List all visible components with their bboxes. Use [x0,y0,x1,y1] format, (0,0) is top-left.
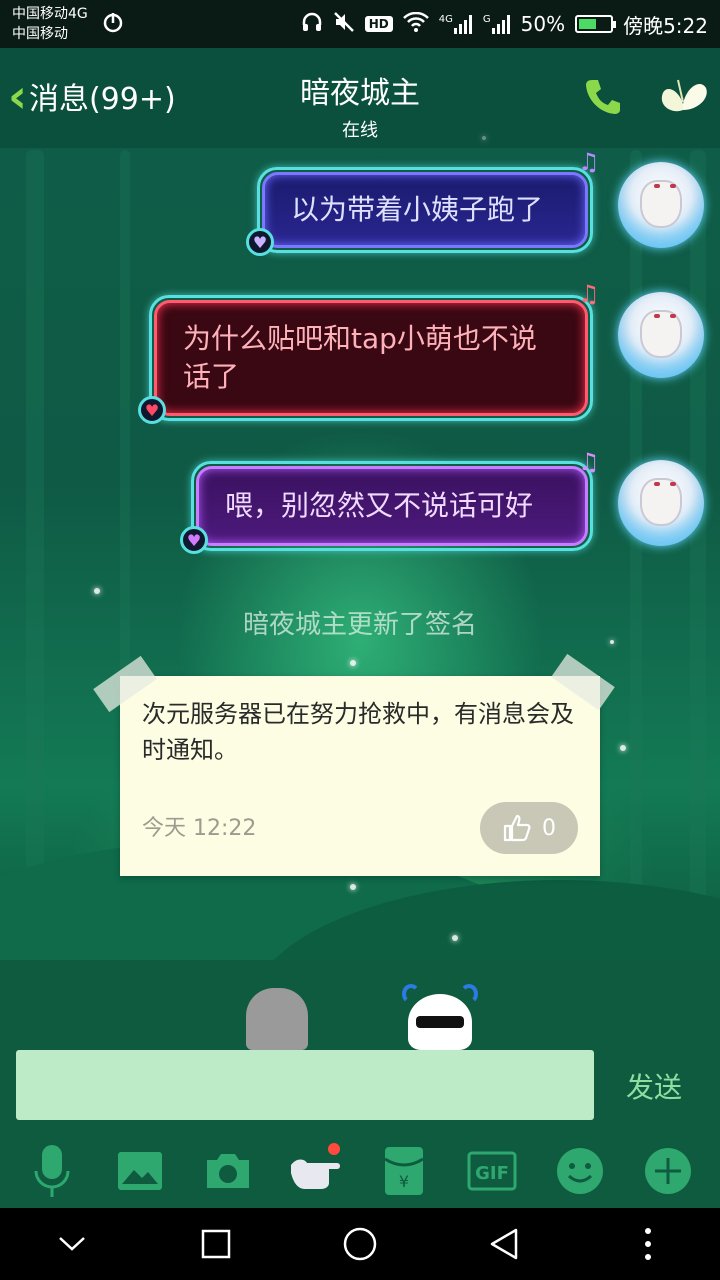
sparkle [350,660,356,666]
butterfly-icon [661,79,707,112]
carrier-secondary: 中国移动 [12,26,68,42]
chat-toolbar: ¥ GIF [0,1134,720,1208]
plus-icon [645,1148,691,1194]
emoji-icon [557,1148,603,1194]
sparkle [452,935,458,941]
message-bubble[interactable]: 喂，别忽然又不说话可好 [191,461,593,551]
poke-icon [291,1159,340,1189]
battery-percent: 50% [520,12,566,36]
chevron-down-icon [59,1237,85,1251]
system-nav-bar [0,1208,720,1280]
wifi-icon [402,11,429,37]
signature-update-notice: 暗夜城主更新了签名 [242,610,477,640]
gif-button[interactable]: GIF [462,1141,522,1201]
background-tree [26,150,44,910]
photo-button[interactable] [110,1141,170,1201]
message-bubble[interactable]: 为什么贴吧和tap小萌也不说话了 [149,295,593,421]
signature-time: 今天 12:22 [142,816,257,841]
sparkle [620,745,626,751]
theme-button[interactable] [656,74,710,120]
signal-icon-2: G [483,14,511,34]
carrier-primary: 中国移动4G [12,6,88,22]
mic-icon [34,1145,70,1197]
red-packet-button[interactable]: ¥ [374,1141,434,1201]
sparkle [350,884,356,890]
poke-button[interactable] [286,1141,346,1201]
avatar[interactable] [618,460,704,546]
message-bubble[interactable]: 以为带着小姨子跑了 [257,167,593,253]
triangle-back-icon [490,1228,518,1260]
avatar-character-left[interactable] [246,988,308,1050]
battery-icon [575,15,617,33]
send-button[interactable]: 发送 [626,1066,682,1106]
heart-icon: ♥ [180,526,208,554]
music-note-icon: ♫ [578,280,600,308]
contact-status: 在线 [342,120,378,141]
thumbs-up-icon [503,814,531,842]
status-bar: 中国移动4G 中国移动 HD 4G G 50% 傍晚5:22 [0,0,720,48]
yuan-symbol: ¥ [399,1172,409,1191]
camera-icon [207,1154,249,1188]
emoji-button[interactable] [550,1141,610,1201]
square-icon [201,1229,231,1259]
like-count: 0 [542,815,556,841]
status-icons: HD 4G G 50% 傍晚5:22 [301,10,708,39]
phone-call-button[interactable] [582,76,624,118]
heart-icon: ♥ [246,228,274,256]
image-icon [118,1152,162,1190]
network-type-label-2: G [482,14,491,25]
nav-home-button[interactable] [330,1214,390,1274]
mute-icon [333,11,355,38]
more-vertical-icon [645,1228,651,1260]
message-text: 为什么贴吧和tap小萌也不说话了 [183,322,537,393]
heart-icon: ♥ [138,396,166,424]
avatar[interactable] [618,292,704,378]
avatar[interactable] [618,162,704,248]
music-note-icon: ♫ [578,448,600,476]
notification-dot [328,1143,340,1155]
message-text: 以为带着小姨子跑了 [291,193,544,226]
headphone-icon [301,11,323,38]
message-input[interactable] [16,1050,594,1120]
circle-icon [343,1227,377,1261]
gif-label: GIF [475,1163,509,1184]
signature-card[interactable]: 次元服务器已在努力抢救中，有消息会及时通知。 今天 12:22 0 [93,653,615,876]
nav-menu-button[interactable] [618,1214,678,1274]
signal-icon: 4G [439,14,473,34]
network-type-label: 4G [438,14,453,25]
red-packet-icon: ¥ [384,1147,424,1195]
message-text: 喂，别忽然又不说话可好 [225,489,534,522]
chat-header: ‹ 消息(99+) 暗夜城主 在线 [0,48,720,148]
signature-text: 次元服务器已在努力抢救中，有消息会及时通知。 [142,700,574,764]
voice-button[interactable] [22,1141,82,1201]
hd-badge: HD [364,16,393,32]
avatar-character-right[interactable] [402,984,478,1050]
notification-icon [102,11,124,38]
carrier-info: 中国移动4G 中国移动 [12,4,88,44]
more-button[interactable] [638,1141,698,1201]
clock: 傍晚5:22 [623,13,708,38]
phone-icon [586,80,620,114]
nav-collapse-button[interactable] [42,1214,102,1274]
gif-icon: GIF [467,1151,517,1191]
nav-recents-button[interactable] [186,1214,246,1274]
like-button[interactable]: 0 [480,802,578,854]
nav-back-button[interactable] [474,1214,534,1274]
camera-button[interactable] [198,1141,258,1201]
sparkle [94,588,100,594]
music-note-icon: ♫ [578,148,600,176]
